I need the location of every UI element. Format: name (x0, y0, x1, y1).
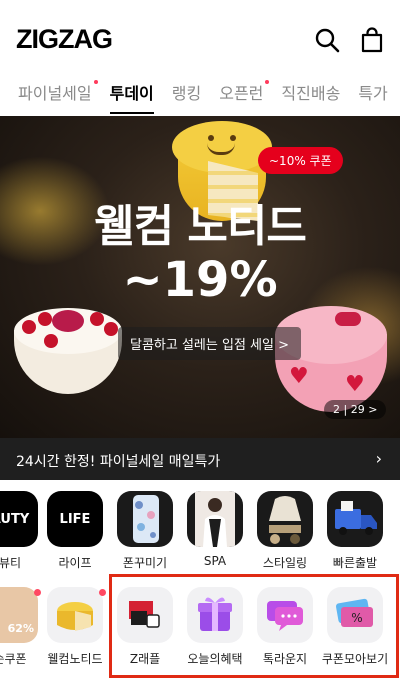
category-tabs: 파이널세일 투데이 랭킹 오픈런 직진배송 특가 (0, 74, 400, 114)
new-dot (34, 589, 41, 596)
beauty-tile: AUTY (0, 491, 38, 547)
cherry-cake-image (14, 308, 122, 400)
banner-pager[interactable]: 2 | 29 > (324, 400, 387, 419)
delivery-truck-icon (327, 491, 383, 547)
chevron-right-icon: › (375, 449, 382, 468)
banner-discount: ~19% (122, 252, 278, 308)
tab-special-price[interactable]: 특가 (358, 74, 387, 114)
phone-case-icon (117, 491, 173, 547)
promo-strip[interactable]: 24시간 한정! 파이널세일 매일특가 › (0, 438, 400, 480)
fashion-model-icon (187, 491, 243, 547)
shopping-bag-icon[interactable] (358, 26, 386, 54)
tab-today[interactable]: 투데이 (109, 74, 154, 114)
coupon-tile: 62% (0, 587, 38, 643)
life-tile: LIFE (47, 491, 103, 547)
new-dot (99, 589, 106, 596)
tab-ranking[interactable]: 랭킹 (172, 74, 201, 114)
app-header: ZIGZAG (0, 0, 400, 74)
new-dot (93, 80, 98, 84)
coupon-badge: ~10% 쿠폰 (258, 147, 343, 174)
promo-text: 24시간 한정! 파이널세일 매일특가 (16, 454, 221, 470)
tab-direct-delivery[interactable]: 직진배송 (281, 74, 340, 114)
new-dot (265, 80, 270, 84)
tab-final-sale[interactable]: 파이널세일 (18, 74, 98, 114)
search-icon[interactable] (313, 26, 341, 54)
tab-open-run[interactable]: 오픈런 (219, 74, 270, 114)
zigzag-logo[interactable]: ZIGZAG (16, 24, 113, 55)
banner-subtitle-link[interactable]: 달콤하고 설레는 입점 세일 > (118, 327, 301, 360)
highlight-box (109, 574, 399, 678)
hero-banner[interactable]: ~10% 쿠폰 웰컴 노티드 ~19% ♥ ♥ 달콤하고 설레는 입점 세일 >… (0, 116, 400, 438)
cake-icon (47, 587, 103, 643)
outfit-icon (257, 491, 313, 547)
banner-headline: 웰컴 노티드 (94, 201, 307, 252)
